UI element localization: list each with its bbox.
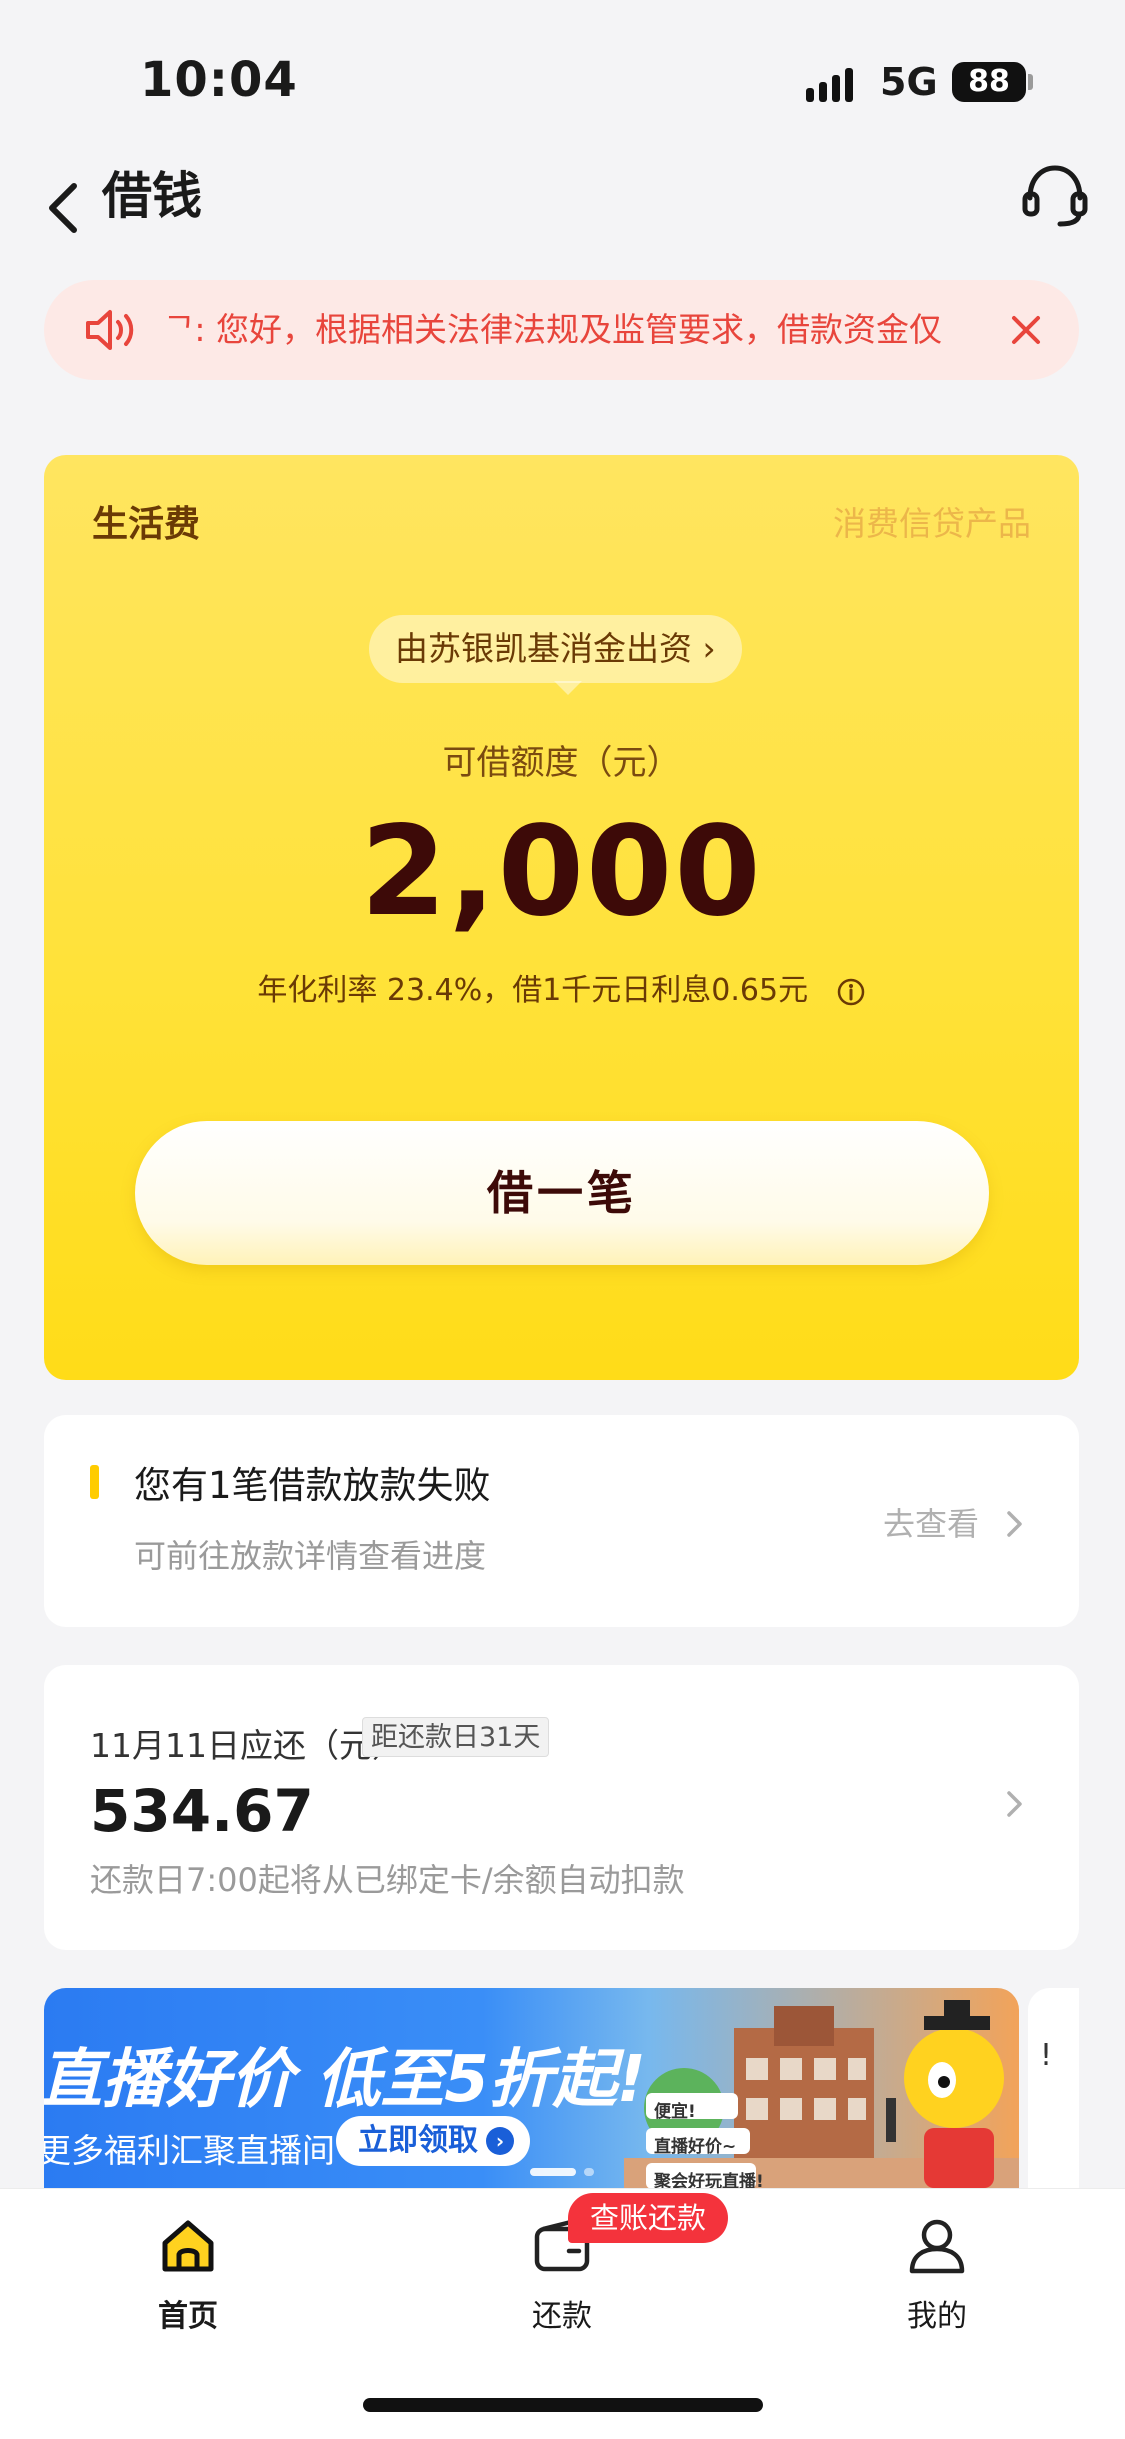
network-type: 5G — [880, 60, 938, 104]
days-until-due-badge: 距还款日31天 — [362, 1717, 550, 1757]
chevron-right-icon: › — [702, 629, 716, 668]
tag-party: 聚会好玩直播! — [654, 2172, 764, 2188]
product-label: 消费信贷产品 — [833, 504, 1031, 543]
tab-home[interactable]: 首页 — [88, 2215, 288, 2335]
claim-label: 立即领取 — [358, 2123, 478, 2158]
tab-mine[interactable]: 我的 — [837, 2215, 1037, 2335]
page-title: 借钱 — [102, 167, 202, 225]
info-icon[interactable] — [836, 977, 866, 1007]
borrow-button[interactable]: 借一笔 — [135, 1121, 989, 1265]
available-amount: 2,000 — [360, 800, 763, 944]
failure-title: 您有1笔借款放款失败 — [134, 1464, 491, 1507]
chevron-right-icon — [1007, 1791, 1022, 1817]
promo-illustration — [624, 2000, 1019, 2188]
loan-home-screen: 10:04 5G 88 借钱 ᄀ: 您好，根据相关法律法规及监管要求，借款资金仅 — [0, 0, 1125, 2439]
status-bar: 10:04 5G 88 — [0, 0, 1125, 150]
profile-icon — [909, 2219, 965, 2274]
customer-service-icon[interactable] — [1020, 160, 1090, 230]
promo-banner[interactable]: 直播好价 低至5折起! 更多福利汇聚直播间 立即领取 › 便宜! 直播好价~ 聚会… — [44, 1988, 1019, 2188]
arrow-right-icon: › — [486, 2127, 514, 2155]
banner-next-text: ! — [1040, 2038, 1053, 2073]
check-bill-badge[interactable]: 查账还款 — [568, 2193, 729, 2243]
home-icon — [162, 2220, 214, 2272]
banner-headline: 直播好价 低至5折起! — [44, 2043, 646, 2117]
carousel-dots — [530, 2168, 594, 2176]
loan-failure-card[interactable]: 您有1笔借款放款失败 可前往放款详情查看进度 去查看 — [44, 1415, 1079, 1627]
view-link[interactable]: 去查看 — [883, 1499, 979, 1545]
notice-banner[interactable]: ᄀ: 您好，根据相关法律法规及监管要求，借款资金仅 — [44, 280, 1079, 380]
status-time: 10:04 — [140, 52, 298, 108]
battery-icon: 88 — [952, 62, 1026, 102]
tab-repay-label: 还款 — [532, 2299, 592, 2334]
back-arrow-icon[interactable] — [44, 178, 84, 238]
home-indicator — [363, 2398, 763, 2412]
nav-bar: 借钱 — [0, 150, 1125, 280]
tab-mine-label: 我的 — [907, 2299, 967, 2334]
notice-text: ᄀ: 您好，根据相关法律法规及监管要求，借款资金仅 — [164, 310, 942, 349]
banner-subline: 更多福利汇聚直播间 — [44, 2131, 335, 2170]
signal-icon — [806, 66, 853, 102]
lender-text: 由苏银凯基消金出资 — [395, 629, 692, 668]
auto-deduct-note: 还款日7:00起将从已绑定卡/余额自动扣款 — [90, 1861, 685, 1899]
speaker-icon — [86, 310, 134, 350]
chevron-right-icon — [1007, 1511, 1022, 1537]
repayment-card[interactable]: 11月11日应还（元） 距还款日31天 534.67 还款日7:00起将从已绑定… — [44, 1665, 1079, 1950]
repay-amount: 534.67 — [90, 1777, 314, 1845]
lender-chip[interactable]: 由苏银凯基消金出资 › — [369, 615, 742, 683]
rate-info: 年化利率 23.4%，借1千元日利息0.65元 — [44, 965, 1079, 1009]
rate-text: 年化利率 23.4%，借1千元日利息0.65元 — [257, 973, 809, 1008]
tag-cheap: 便宜! — [654, 2102, 696, 2122]
close-icon[interactable] — [1006, 310, 1046, 350]
battery-tip — [1028, 74, 1033, 90]
claim-button[interactable]: 立即领取 › — [336, 2116, 530, 2166]
accent-bar — [90, 1465, 99, 1499]
loan-type-label: 生活费 — [92, 504, 201, 545]
failure-subtitle: 可前往放款详情查看进度 — [134, 1537, 487, 1575]
tab-home-label: 首页 — [158, 2299, 218, 2334]
lender-chip-tail — [554, 681, 582, 695]
tag-live-price: 直播好价~ — [654, 2137, 737, 2157]
promo-banner-next[interactable]: ! — [1028, 1988, 1079, 2188]
loan-card: 生活费 消费信贷产品 由苏银凯基消金出资 › 可借额度（元） 2,000 年化利… — [44, 455, 1079, 1380]
limit-label: 可借额度（元） — [442, 743, 681, 783]
due-label: 11月11日应还（元） — [90, 1726, 405, 1765]
